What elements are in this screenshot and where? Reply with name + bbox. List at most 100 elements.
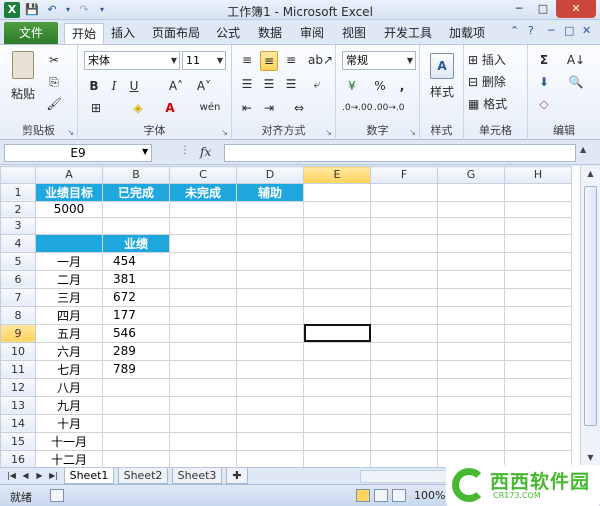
column-header-c[interactable]: C [169,166,237,184]
cell-f2[interactable] [370,200,438,219]
cell-a9[interactable]: 五月 [35,323,103,343]
insert-function-button[interactable]: fx [200,145,224,159]
tab-review[interactable]: 审阅 [294,23,330,44]
row-header[interactable]: 1 [0,182,36,202]
doc-close-icon[interactable]: ✕ [582,24,591,37]
cell-e15[interactable] [303,431,371,451]
cell-a13[interactable]: 九月 [35,395,103,415]
clipboard-launcher-icon[interactable]: ↘ [67,128,74,137]
cell-a10[interactable]: 六月 [35,341,103,361]
cell-e7[interactable] [303,287,371,307]
cell-g10[interactable] [437,341,505,361]
sheet-tab-sheet2[interactable]: Sheet2 [118,468,168,484]
font-size-dropdown[interactable]: 11 ▼ [182,51,226,70]
align-bottom-icon[interactable]: ≡ [282,51,300,69]
format-painter-icon[interactable]: 🖌 [44,95,64,113]
worksheet-grid[interactable]: ABCDEFGH 1 业绩目标 已完成 未完成 辅助 2 5000 3 4 业绩 5 一月 454 6 二月… [0,166,580,467]
fill-icon[interactable]: ⬇ [534,73,554,91]
cell-d15[interactable] [236,431,304,451]
cell-e3[interactable] [303,217,371,235]
prev-sheet-icon[interactable]: ◀ [20,469,31,483]
cell-g7[interactable] [437,287,505,307]
cell-f8[interactable] [370,305,438,325]
tab-data[interactable]: 数据 [252,23,288,44]
cell-d6[interactable] [236,269,304,289]
name-box[interactable]: E9 [4,144,152,162]
cell-b6[interactable]: 381 [102,269,170,289]
copy-icon[interactable]: ⎘ [44,73,64,91]
cell-b12[interactable] [102,377,170,397]
column-header-f[interactable]: F [370,166,438,184]
cell-g15[interactable] [437,431,505,451]
row-header[interactable]: 11 [0,359,36,379]
percent-icon[interactable]: % [372,77,388,95]
tab-developer[interactable]: 开发工具 [378,23,438,44]
first-sheet-icon[interactable]: |◀ [6,469,17,483]
cell-g3[interactable] [437,217,505,235]
row-header[interactable]: 12 [0,377,36,397]
increase-indent-icon[interactable]: ⇥ [260,99,278,117]
scroll-down-icon[interactable]: ▼ [581,450,600,466]
cell-e11[interactable] [303,359,371,379]
column-header-a[interactable]: A [35,166,103,184]
insert-cells-button[interactable]: ⊞ 插入 [468,51,526,69]
cell-e10[interactable] [303,341,371,361]
tab-page-layout[interactable]: 页面布局 [146,23,206,44]
cell-g13[interactable] [437,395,505,415]
autosum-icon[interactable]: Σ [534,51,554,69]
page-break-view-icon[interactable] [392,489,406,502]
comma-icon[interactable]: , [394,77,410,95]
restore-button[interactable]: □ [532,0,554,18]
alignment-launcher-icon[interactable]: ↘ [325,128,332,137]
cell-c9[interactable] [169,323,237,343]
row-header[interactable]: 2 [0,200,36,219]
formula-input[interactable] [224,144,576,162]
cell-g9[interactable] [437,323,505,343]
cell-f6[interactable] [370,269,438,289]
cell-d1[interactable]: 辅助 [236,182,304,202]
row-header[interactable]: 10 [0,341,36,361]
cell-g14[interactable] [437,413,505,433]
row-header[interactable]: 5 [0,251,36,271]
cell-d7[interactable] [236,287,304,307]
column-header-e[interactable]: E [303,166,371,184]
cell-a14[interactable]: 十月 [35,413,103,433]
cell-e13[interactable] [303,395,371,415]
wrap-text-icon[interactable]: ⤶ [308,75,326,93]
vertical-scrollbar[interactable]: ▲ ▼ [580,166,600,467]
cell-c1[interactable]: 未完成 [169,182,237,202]
cell-f3[interactable] [370,217,438,235]
cell-b11[interactable]: 789 [102,359,170,379]
merge-center-icon[interactable]: ⇔ [290,99,308,117]
cell-f4[interactable] [370,233,438,253]
cell-f9[interactable] [370,323,438,343]
tab-home[interactable]: 开始 [64,23,104,44]
next-sheet-icon[interactable]: ▶ [34,469,45,483]
cell-c5[interactable] [169,251,237,271]
align-left-icon[interactable]: ☰ [238,75,256,93]
cell-b16[interactable] [102,449,170,467]
underline-button[interactable]: U [126,77,142,95]
increase-decimal-icon[interactable]: .0→.00 [342,99,372,117]
styles-icon[interactable]: A [430,53,454,79]
font-launcher-icon[interactable]: ↘ [221,128,228,137]
find-select-icon[interactable]: 🔍 [562,73,590,91]
font-name-dropdown[interactable]: 宋体 ▼ [84,51,180,70]
page-layout-view-icon[interactable] [374,489,388,502]
cell-a2[interactable]: 5000 [35,200,103,219]
cell-b8[interactable]: 177 [102,305,170,325]
cell-b13[interactable] [102,395,170,415]
paste-button-label[interactable]: 粘贴 [6,85,40,103]
doc-minimize-icon[interactable]: ─ [548,24,555,37]
cell-d4[interactable] [236,233,304,253]
fill-color-icon[interactable]: ◈ [128,99,148,117]
column-header-g[interactable]: G [437,166,505,184]
formula-bar-dots-icon[interactable]: ⋮ [180,145,190,156]
align-right-icon[interactable]: ☰ [282,75,300,93]
cell-d8[interactable] [236,305,304,325]
cell-e6[interactable] [303,269,371,289]
cell-b15[interactable] [102,431,170,451]
cell-a7[interactable]: 三月 [35,287,103,307]
cell-c16[interactable] [169,449,237,467]
row-header[interactable]: 3 [0,217,36,235]
